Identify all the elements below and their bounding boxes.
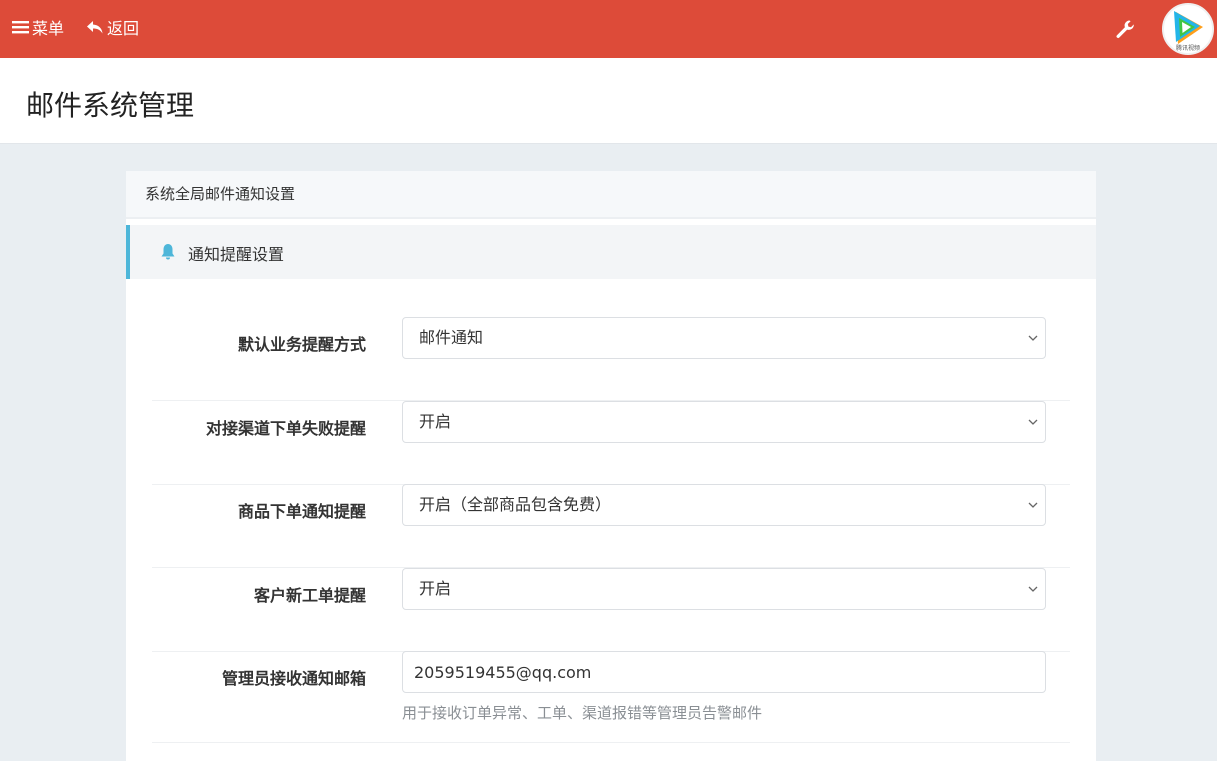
select-value: 邮件通知 — [419, 328, 484, 347]
back-label: 返回 — [107, 19, 140, 38]
form-label: 对接渠道下单失败提醒 — [205, 419, 366, 438]
form-row-channel-failure: 对接渠道下单失败提醒 开启 — [152, 401, 1070, 485]
admin-email-input[interactable] — [402, 651, 1046, 693]
product-order-select[interactable]: 开启（全部商品包含免费） — [402, 484, 1046, 526]
chevron-down-icon — [1028, 335, 1038, 341]
form-row-admin-email: 管理员接收通知邮箱 用于接收订单异常、工单、渠道报错等管理员告警邮件 — [152, 651, 1070, 743]
user-avatar[interactable]: 腾讯视频 — [1162, 3, 1214, 55]
section-title: 通知提醒设置 — [188, 245, 285, 264]
section-header: 通知提醒设置 — [126, 225, 1096, 279]
settings-panel: 系统全局邮件通知设置 通知提醒设置 默认业务提醒方式 邮件通知 对接渠道下单失败… — [126, 171, 1096, 761]
form-row-default-reminder: 默认业务提醒方式 邮件通知 — [152, 317, 1070, 401]
chevron-down-icon — [1028, 502, 1038, 508]
form-label: 默认业务提醒方式 — [237, 335, 366, 354]
menu-button[interactable]: 菜单 — [12, 15, 64, 39]
reply-arrow-icon — [87, 20, 103, 33]
wrench-icon[interactable] — [1114, 18, 1136, 40]
form-label: 客户新工单提醒 — [253, 586, 366, 605]
form-label: 商品下单通知提醒 — [237, 502, 366, 521]
select-value: 开启 — [419, 412, 452, 431]
bell-icon — [161, 244, 175, 260]
back-button[interactable]: 返回 — [86, 15, 139, 39]
default-reminder-select[interactable]: 邮件通知 — [402, 317, 1046, 359]
page-header: 邮件系统管理 — [0, 58, 1217, 144]
page-title: 邮件系统管理 — [26, 89, 195, 122]
chevron-down-icon — [1028, 419, 1038, 425]
form-row-new-ticket: 客户新工单提醒 开启 — [152, 568, 1070, 652]
menu-label: 菜单 — [32, 19, 65, 38]
chevron-down-icon — [1028, 586, 1038, 592]
new-ticket-select[interactable]: 开启 — [402, 568, 1046, 610]
admin-email-help-text: 用于接收订单异常、工单、渠道报错等管理员告警邮件 — [402, 704, 763, 722]
top-navbar: 菜单 返回 腾讯视频 — [0, 0, 1217, 58]
channel-failure-select[interactable]: 开启 — [402, 401, 1046, 443]
panel-title: 系统全局邮件通知设置 — [126, 171, 1096, 219]
svg-text:腾讯视频: 腾讯视频 — [1176, 44, 1200, 52]
form-label: 管理员接收通知邮箱 — [221, 669, 366, 688]
form-row-product-order: 商品下单通知提醒 开启（全部商品包含免费） — [152, 484, 1070, 568]
hamburger-icon — [12, 21, 29, 34]
select-value: 开启（全部商品包含免费） — [419, 495, 612, 514]
tencent-video-logo-icon: 腾讯视频 — [1174, 11, 1203, 52]
select-value: 开启 — [419, 579, 452, 598]
